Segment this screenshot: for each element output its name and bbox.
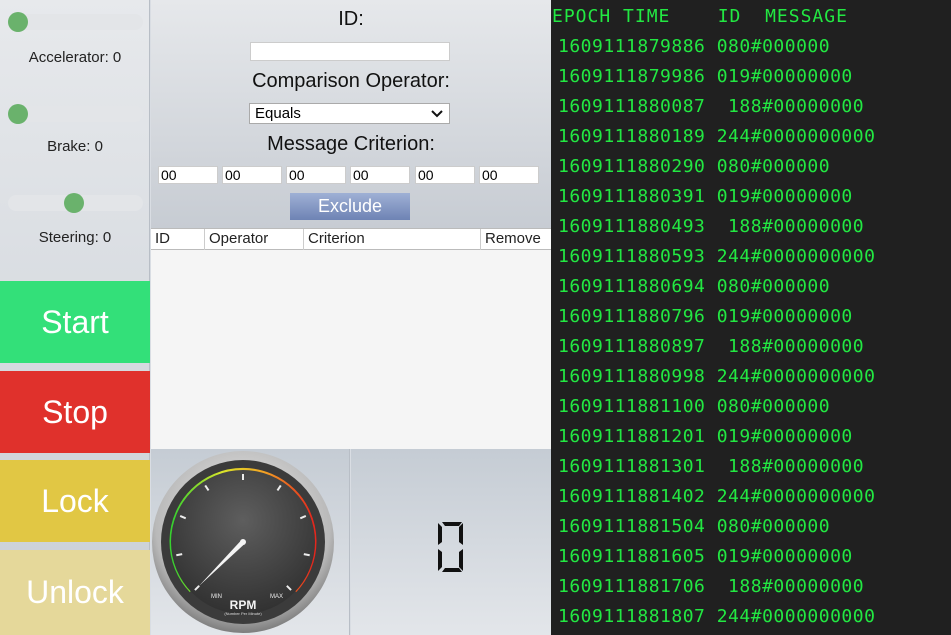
gauge-tick xyxy=(176,553,183,557)
operator-selected-value: Equals xyxy=(255,105,301,122)
filter-table-header: ID Operator Criterion Remove xyxy=(151,228,551,250)
control-panel: Accelerator: 0 Brake: 0 Steering: 0 Star… xyxy=(0,0,150,635)
digit-display-panel: 0 xyxy=(351,449,551,635)
criterion-byte-3[interactable]: 00 xyxy=(286,166,346,184)
segment-c xyxy=(459,549,463,571)
steering-slider-thumb[interactable] xyxy=(64,193,84,213)
gauge-max-label: MAX xyxy=(270,594,283,600)
criterion-byte-6[interactable]: 00 xyxy=(479,166,539,184)
start-button[interactable]: Start xyxy=(0,281,150,363)
column-header-criterion: Criterion xyxy=(304,229,481,250)
column-header-operator: Operator xyxy=(205,229,304,250)
criterion-byte-5[interactable]: 00 xyxy=(415,166,475,184)
log-row: 1609111880694 080#000000 xyxy=(558,276,831,297)
segment-e xyxy=(438,549,442,571)
rpm-gauge: MIN MAX RPM (Number Per Minute) xyxy=(152,451,334,633)
log-row: 1609111881706 188#00000000 xyxy=(558,576,865,597)
filter-table: ID Operator Criterion Remove xyxy=(151,228,551,449)
accelerator-label: Accelerator: 0 xyxy=(28,49,122,66)
seven-segment-display xyxy=(438,522,463,572)
gauge-min-label: MIN xyxy=(211,594,222,600)
operator-select[interactable]: Equals xyxy=(249,103,450,124)
rpm-gauge-panel: MIN MAX RPM (Number Per Minute) xyxy=(151,449,350,635)
log-row: 1609111880593 244#0000000000 xyxy=(558,246,876,267)
log-row: 1609111880087 188#00000000 xyxy=(558,96,865,117)
message-log[interactable]: EPOCH TIME ID MESSAGE 1609111879886 080#… xyxy=(551,0,951,635)
gauge-rpm-sublabel: (Number Per Minute) xyxy=(224,611,262,616)
log-row: 1609111881504 080#000000 xyxy=(558,516,831,537)
segment-d xyxy=(442,568,462,572)
unlock-button[interactable]: Unlock xyxy=(0,550,150,635)
segment-f xyxy=(438,523,442,545)
criterion-label: Message Criterion: xyxy=(267,133,435,155)
segment-b xyxy=(459,523,463,545)
log-row: 1609111880391 019#00000000 xyxy=(558,186,853,207)
brake-slider[interactable] xyxy=(8,104,143,124)
gauge-tick xyxy=(303,553,310,557)
gauge-hub xyxy=(240,539,246,545)
criterion-byte-4[interactable]: 00 xyxy=(350,166,410,184)
id-label: ID: xyxy=(338,8,364,30)
filter-panel: ID: Comparison Operator: Equals Message … xyxy=(151,0,551,228)
log-header: EPOCH TIME ID MESSAGE xyxy=(552,6,848,27)
log-row: 1609111880290 080#000000 xyxy=(558,156,831,177)
log-row: 1609111880897 188#00000000 xyxy=(558,336,865,357)
exclude-button[interactable]: Exclude xyxy=(290,193,410,220)
log-row: 1609111879886 080#000000 xyxy=(558,36,831,57)
column-header-id: ID xyxy=(151,229,205,250)
criterion-byte-1[interactable]: 00 xyxy=(158,166,218,184)
segment-a xyxy=(442,522,462,526)
brake-slider-thumb[interactable] xyxy=(8,104,28,124)
accelerator-slider[interactable] xyxy=(8,12,143,32)
log-row: 1609111880493 188#00000000 xyxy=(558,216,865,237)
log-row: 1609111881301 188#00000000 xyxy=(558,456,865,477)
log-row: 1609111879986 019#00000000 xyxy=(558,66,853,87)
log-rows: 1609111879886 080#000000 1609111879986 01… xyxy=(558,36,875,635)
gauge-rpm-label: RPM xyxy=(230,598,257,612)
accelerator-slider-thumb[interactable] xyxy=(8,12,28,32)
log-row: 1609111881100 080#000000 xyxy=(558,396,831,417)
steering-slider[interactable] xyxy=(8,193,143,213)
log-row: 1609111880998 244#0000000000 xyxy=(558,366,876,387)
seven-segment-digit xyxy=(438,522,463,572)
criterion-byte-2[interactable]: 00 xyxy=(222,166,282,184)
log-row: 1609111881201 019#00000000 xyxy=(558,426,853,447)
log-row: 1609111880189 244#0000000000 xyxy=(558,126,876,147)
lock-button[interactable]: Lock xyxy=(0,460,150,542)
stop-button[interactable]: Stop xyxy=(0,371,150,453)
log-row: 1609111881605 019#00000000 xyxy=(558,546,853,567)
id-input[interactable] xyxy=(250,42,450,61)
steering-label: Steering: 0 xyxy=(38,229,112,246)
log-row: 1609111881402 244#0000000000 xyxy=(558,486,876,507)
operator-label: Comparison Operator: xyxy=(252,70,450,92)
column-header-remove: Remove xyxy=(485,230,541,247)
chevron-down-icon xyxy=(431,109,443,117)
log-row: 1609111881807 244#0000000000 xyxy=(558,606,876,627)
log-row: 1609111880796 019#00000000 xyxy=(558,306,853,327)
segment-g xyxy=(442,545,459,549)
brake-label: Brake: 0 xyxy=(47,138,103,155)
